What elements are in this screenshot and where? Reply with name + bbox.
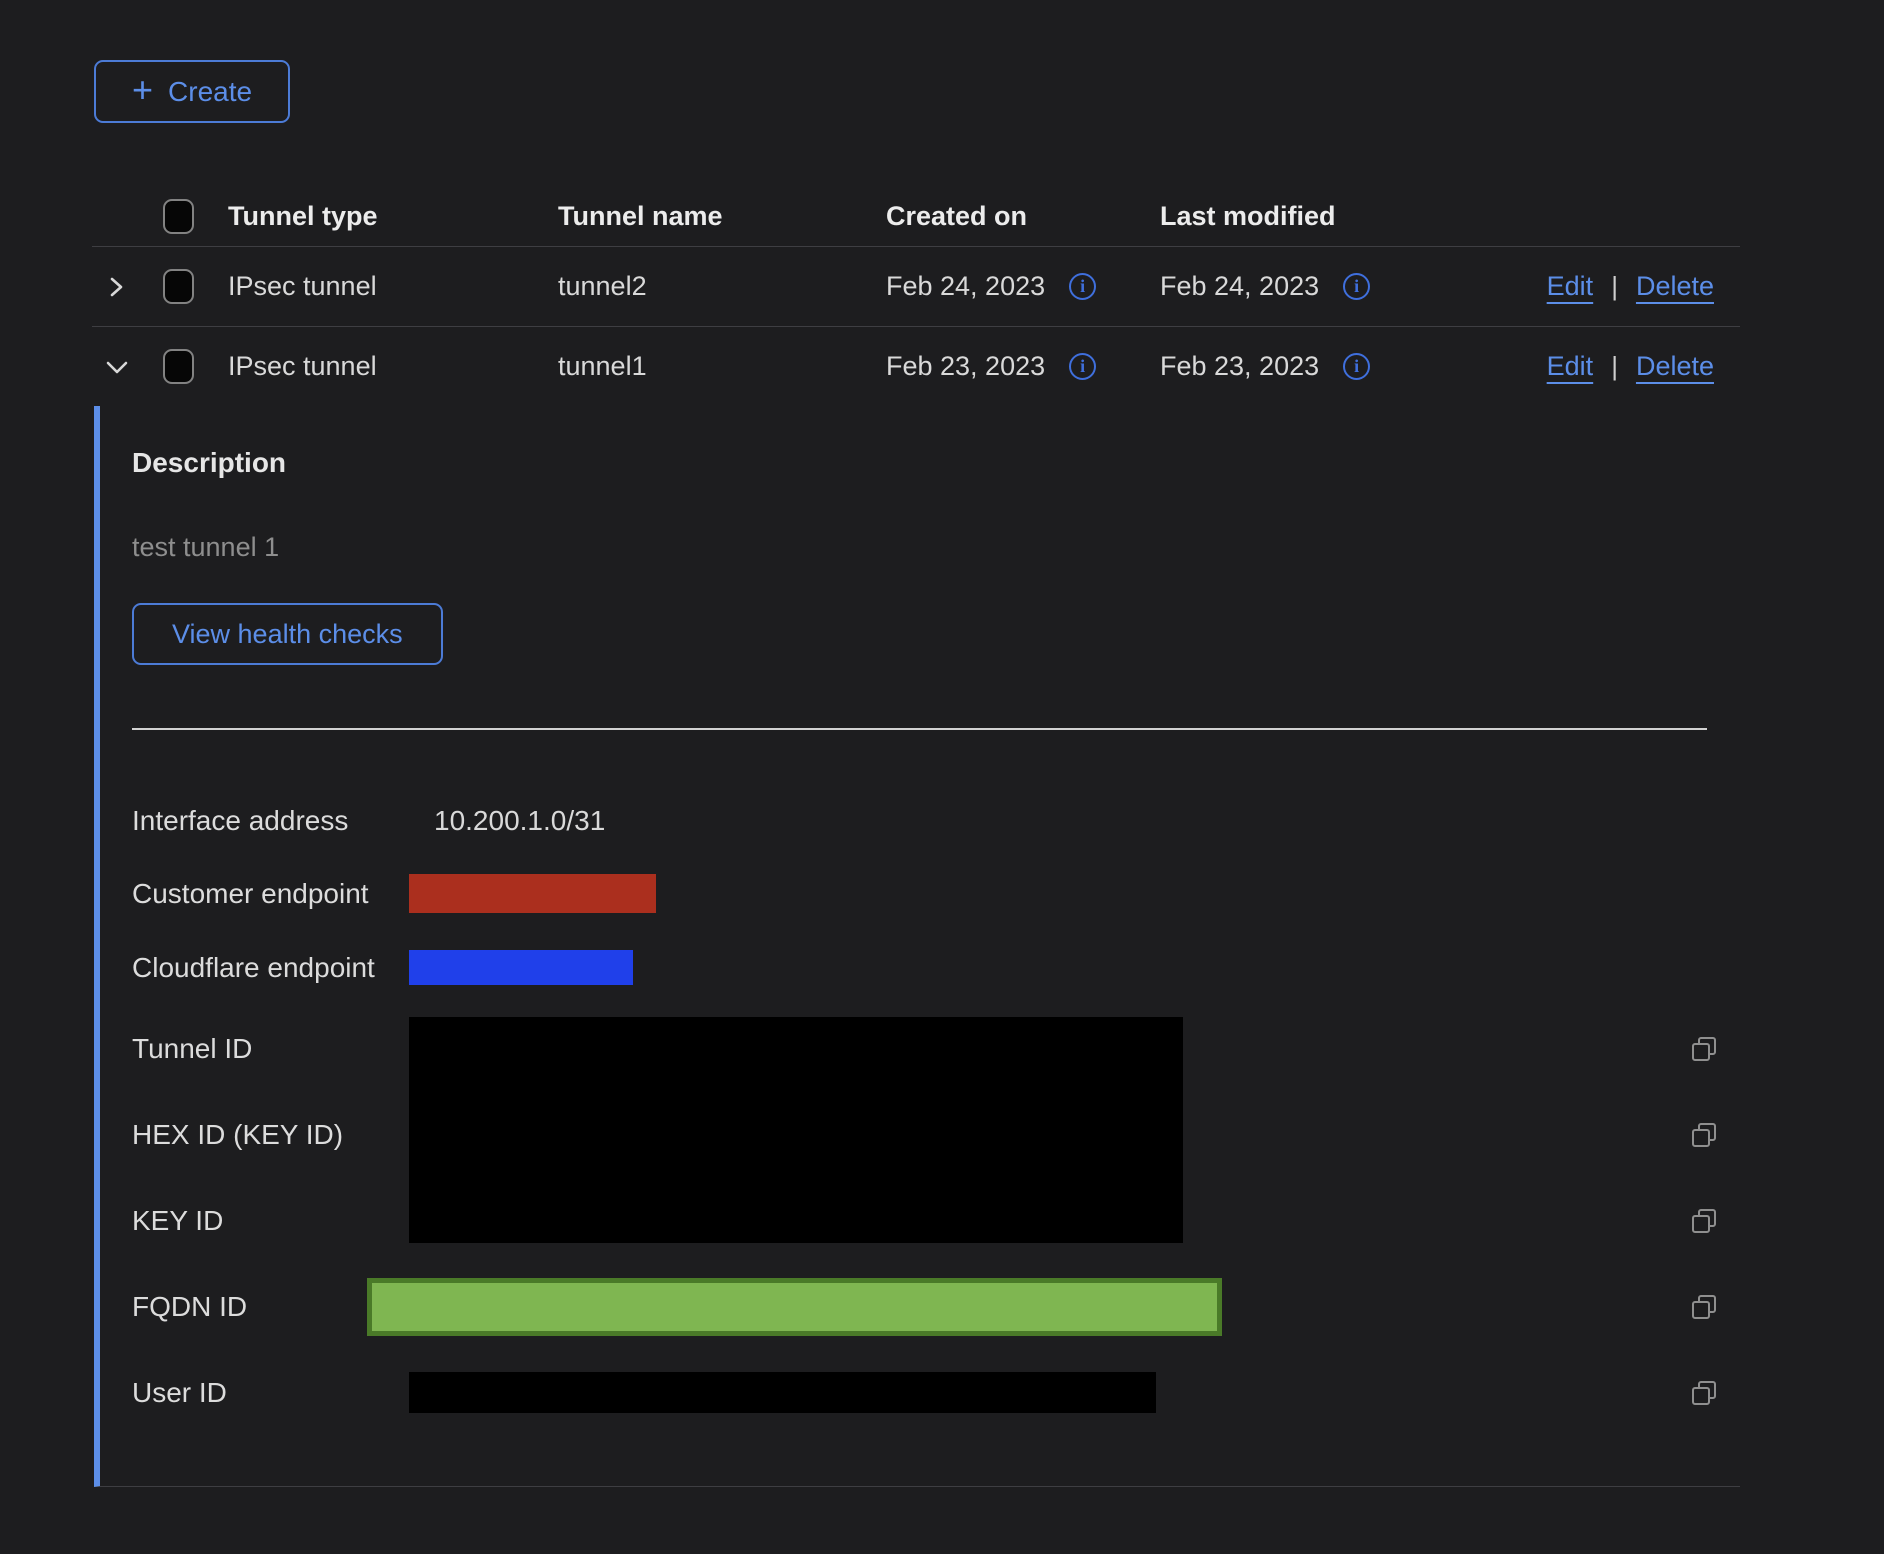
select-all-checkbox[interactable] (163, 199, 194, 234)
description-value: test tunnel 1 (132, 532, 1740, 563)
view-health-checks-button[interactable]: View health checks (132, 603, 443, 665)
row-checkbox[interactable] (163, 349, 194, 384)
tunnel-table: Tunnel type Tunnel name Created on Last … (92, 186, 1740, 406)
last-modified-cell: Feb 24, 2023 (1160, 271, 1319, 302)
description-label: Description (132, 447, 1740, 479)
column-header-tunnel-name: Tunnel name (558, 201, 886, 232)
copy-key-id-button[interactable] (1668, 1178, 1740, 1264)
panel-divider (132, 728, 1707, 730)
plus-icon: + (132, 72, 153, 108)
interface-address-value: 10.200.1.0/31 (409, 784, 1668, 857)
created-on-cell: Feb 24, 2023 (886, 271, 1045, 302)
customer-endpoint-redacted-value (409, 874, 656, 913)
view-health-checks-label: View health checks (172, 619, 403, 650)
column-header-last-modified: Last modified (1160, 201, 1520, 232)
tunnel-name-cell: tunnel2 (558, 271, 886, 302)
tunnel-type-cell: IPsec tunnel (228, 271, 558, 302)
copy-fqdn-id-button[interactable] (1668, 1264, 1740, 1350)
expand-row-button[interactable] (92, 273, 140, 301)
edit-link[interactable]: Edit (1547, 351, 1594, 382)
user-id-redacted-value (409, 1372, 1156, 1413)
column-header-tunnel-type: Tunnel type (228, 201, 558, 232)
create-button-label: Create (168, 76, 252, 108)
info-icon[interactable]: i (1069, 273, 1096, 300)
column-header-created-on: Created on (886, 201, 1160, 232)
table-row: IPsec tunnel tunnel1 Feb 23, 2023 i Feb … (92, 326, 1740, 406)
chevron-down-icon (102, 353, 132, 381)
copy-icon (1688, 1377, 1720, 1409)
cloudflare-endpoint-label: Cloudflare endpoint (132, 930, 409, 1005)
created-on-cell: Feb 23, 2023 (886, 351, 1045, 382)
edit-link[interactable]: Edit (1547, 271, 1594, 302)
table-row: IPsec tunnel tunnel2 Feb 24, 2023 i Feb … (92, 246, 1740, 326)
cloudflare-endpoint-redacted-value (409, 950, 633, 985)
tunnel-hex-key-id-redacted-values (409, 1017, 1183, 1243)
copy-icon (1688, 1033, 1720, 1065)
info-icon[interactable]: i (1343, 273, 1370, 300)
delete-link[interactable]: Delete (1636, 351, 1714, 382)
collapse-row-button[interactable] (92, 353, 140, 381)
tunnel-id-label: Tunnel ID (132, 1005, 409, 1092)
action-separator: | (1611, 351, 1618, 382)
expanded-tunnel-panel: Description test tunnel 1 View health ch… (94, 406, 1740, 1487)
chevron-right-icon (102, 273, 130, 301)
info-icon[interactable]: i (1343, 353, 1370, 380)
hex-id-label: HEX ID (KEY ID) (132, 1092, 409, 1178)
create-button[interactable]: + Create (94, 60, 290, 123)
customer-endpoint-label: Customer endpoint (132, 857, 409, 930)
action-separator: | (1611, 271, 1618, 302)
interface-address-label: Interface address (132, 784, 409, 857)
copy-tunnel-id-button[interactable] (1668, 1005, 1740, 1092)
copy-user-id-button[interactable] (1668, 1350, 1740, 1435)
key-id-label: KEY ID (132, 1178, 409, 1264)
copy-icon (1688, 1205, 1720, 1237)
fqdn-id-redacted-value (367, 1278, 1222, 1336)
tunnel-name-cell: tunnel1 (558, 351, 886, 382)
copy-hex-id-button[interactable] (1668, 1092, 1740, 1178)
user-id-label: User ID (132, 1350, 409, 1435)
row-checkbox[interactable] (163, 269, 194, 304)
info-icon[interactable]: i (1069, 353, 1096, 380)
delete-link[interactable]: Delete (1636, 271, 1714, 302)
last-modified-cell: Feb 23, 2023 (1160, 351, 1319, 382)
tunnel-type-cell: IPsec tunnel (228, 351, 558, 382)
copy-icon (1688, 1291, 1720, 1323)
tunnel-details: Interface address 10.200.1.0/31 Customer… (132, 784, 1740, 1435)
table-header-row: Tunnel type Tunnel name Created on Last … (92, 186, 1740, 246)
copy-icon (1688, 1119, 1720, 1151)
